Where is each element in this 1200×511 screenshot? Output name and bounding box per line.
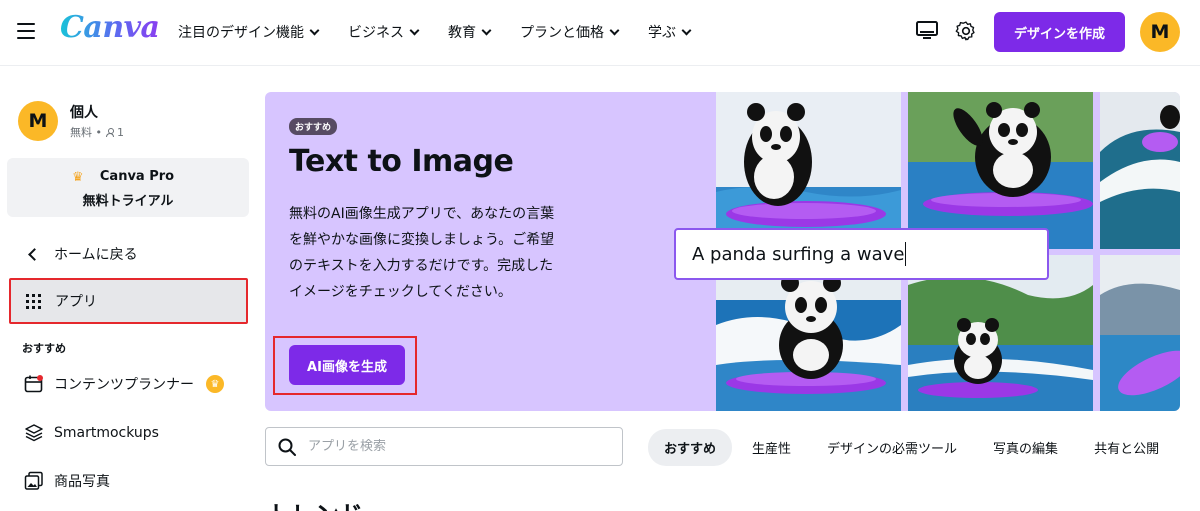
nav-item-education[interactable]: 教育 [448, 22, 492, 42]
pro-subtitle: 無料トライアル [82, 194, 174, 209]
wave-image [1100, 92, 1180, 249]
avatar[interactable]: M [1140, 12, 1180, 52]
item-label: コンテンツプランナー [54, 377, 194, 393]
text-caret [905, 242, 907, 266]
nav-item-features[interactable]: 注目のデザイン機能 [178, 22, 320, 42]
pro-crown-icon: ♛ [206, 375, 224, 393]
panda-surfing-image [908, 92, 1093, 249]
sidebar-item-apps[interactable]: アプリ [9, 278, 248, 324]
nav-label: 教育 [448, 25, 476, 41]
apps-label: アプリ [55, 294, 97, 310]
item-label: Smartmockups [54, 425, 159, 441]
member-count: 1 [117, 125, 124, 139]
chevron-down-icon [309, 25, 320, 35]
person-icon [106, 127, 114, 137]
photos-icon [24, 471, 43, 490]
tab-share-publish[interactable]: 共有と公開 [1094, 438, 1159, 457]
create-design-button[interactable]: デザインを作成 [994, 12, 1125, 52]
grid-icon [26, 293, 41, 309]
chevron-left-icon [28, 247, 41, 261]
calendar-icon [24, 375, 43, 393]
menu-icon[interactable] [17, 23, 35, 39]
tab-photo-editing[interactable]: 写真の編集 [993, 438, 1058, 457]
account-meta: 無料 • 1 [70, 124, 124, 140]
prompt-input-preview: A panda surfing a wave [674, 228, 1049, 280]
tab-recommended[interactable]: おすすめ [648, 429, 733, 466]
back-label: ホームに戻る [54, 247, 138, 263]
tab-design-essentials[interactable]: デザインの必需ツール [827, 438, 957, 457]
top-nav-bar: Canva 注目のデザイン機能 ビジネス 教育 プランと価格 学ぶ デザインを作… [0, 0, 1200, 66]
chevron-down-icon [609, 25, 620, 35]
nav-label: プランと価格 [520, 25, 604, 41]
section-label-recommended: おすすめ [22, 342, 66, 355]
nav-label: ビジネス [348, 25, 404, 41]
gear-icon[interactable] [955, 20, 977, 42]
search-input[interactable] [308, 439, 588, 454]
sidebar-item-content-planner[interactable]: コンテンツプランナー ♛ [24, 374, 224, 394]
pro-title: Canva Pro [99, 169, 175, 184]
main-nav: 注目のデザイン機能 ビジネス 教育 プランと価格 学ぶ [178, 22, 720, 42]
layers-icon [25, 424, 43, 442]
nav-item-business[interactable]: ビジネス [348, 22, 420, 42]
hero-title: Text to Image [289, 144, 514, 179]
nav-label: 学ぶ [648, 25, 676, 41]
back-to-home-link[interactable]: ホームに戻る [26, 244, 138, 264]
item-label: 商品写真 [54, 474, 110, 490]
text-to-image-banner: おすすめ Text to Image 無料のAI画像生成アプリで、あなたの言葉を… [265, 92, 1180, 411]
chevron-down-icon [409, 25, 420, 35]
app-category-tabs: おすすめ 生産性 デザインの必需ツール 写真の編集 共有と公開 [648, 429, 1195, 466]
app-search-field[interactable] [265, 427, 623, 466]
wave-image [1100, 255, 1180, 411]
tab-productivity[interactable]: 生産性 [752, 438, 791, 457]
meta-separator: • [95, 125, 103, 139]
sidebar-item-smartmockups[interactable]: Smartmockups [24, 423, 159, 443]
sidebar-item-product-photos[interactable]: 商品写真 [24, 471, 110, 491]
prompt-text: A panda surfing a wave [692, 243, 905, 265]
panda-surfing-image [716, 92, 901, 249]
chevron-down-icon [681, 25, 692, 35]
account-name[interactable]: 個人 [70, 102, 98, 122]
search-icon [278, 438, 296, 456]
recommended-badge: おすすめ [289, 118, 338, 135]
plan-label: 無料 [70, 126, 92, 139]
hero-description: 無料のAI画像生成アプリで、あなたの言葉を鮮やかな画像に変換しましょう。ご希望の… [289, 206, 555, 300]
generate-ai-image-button[interactable]: AI画像を生成 [289, 345, 405, 385]
nav-item-pricing[interactable]: プランと価格 [520, 22, 620, 42]
canva-logo[interactable]: Canva [60, 10, 160, 45]
canva-pro-trial-button[interactable]: ♛ Canva Pro 無料トライアル [7, 158, 249, 217]
monitor-icon[interactable] [916, 21, 938, 40]
account-avatar[interactable]: M [18, 101, 58, 141]
nav-item-learn[interactable]: 学ぶ [648, 22, 692, 42]
nav-label: 注目のデザイン機能 [178, 25, 304, 41]
section-heading-trending: トレンド [267, 495, 363, 511]
chevron-down-icon [481, 25, 492, 35]
